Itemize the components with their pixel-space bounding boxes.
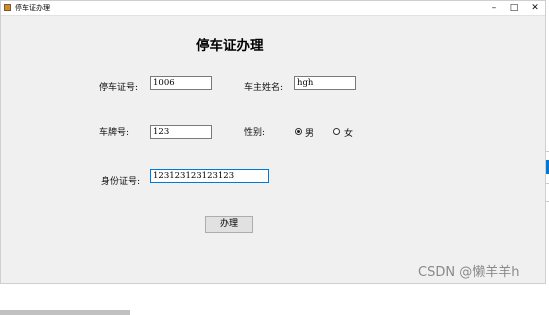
close-button[interactable]: ✕: [525, 2, 545, 14]
horizontal-scrollbar-thumb[interactable]: [0, 310, 130, 315]
title-bar[interactable]: 停车证办理 – □ ✕: [1, 1, 545, 16]
minimize-button[interactable]: –: [484, 2, 504, 14]
owner-name-label: 车主姓名:: [244, 83, 284, 93]
submit-button[interactable]: 办理: [205, 216, 253, 233]
app-window: 停车证办理 – □ ✕ 停车证办理 停车证号: 1006 车主姓名: hgh 车…: [0, 0, 546, 284]
maximize-button[interactable]: □: [504, 2, 524, 14]
owner-name-input[interactable]: hgh: [294, 76, 356, 90]
gender-label: 性别:: [244, 128, 266, 138]
gender-female-label[interactable]: 女: [344, 126, 353, 139]
permit-no-label: 停车证号:: [99, 83, 139, 93]
watermark: CSDN @懒羊羊h: [418, 265, 520, 280]
plate-no-label: 车牌号:: [99, 128, 130, 138]
plate-no-input[interactable]: 123: [150, 125, 212, 139]
window-title: 停车证办理: [15, 4, 50, 12]
gender-female-radio[interactable]: [333, 128, 340, 135]
permit-no-input[interactable]: 1006: [150, 76, 212, 90]
id-no-input[interactable]: 123123123123123: [150, 169, 269, 183]
gender-male-radio[interactable]: [295, 128, 302, 135]
id-no-label: 身份证号:: [101, 177, 141, 187]
gender-male-label[interactable]: 男: [305, 126, 314, 139]
form-heading: 停车证办理: [196, 38, 264, 54]
app-icon: [4, 4, 11, 11]
